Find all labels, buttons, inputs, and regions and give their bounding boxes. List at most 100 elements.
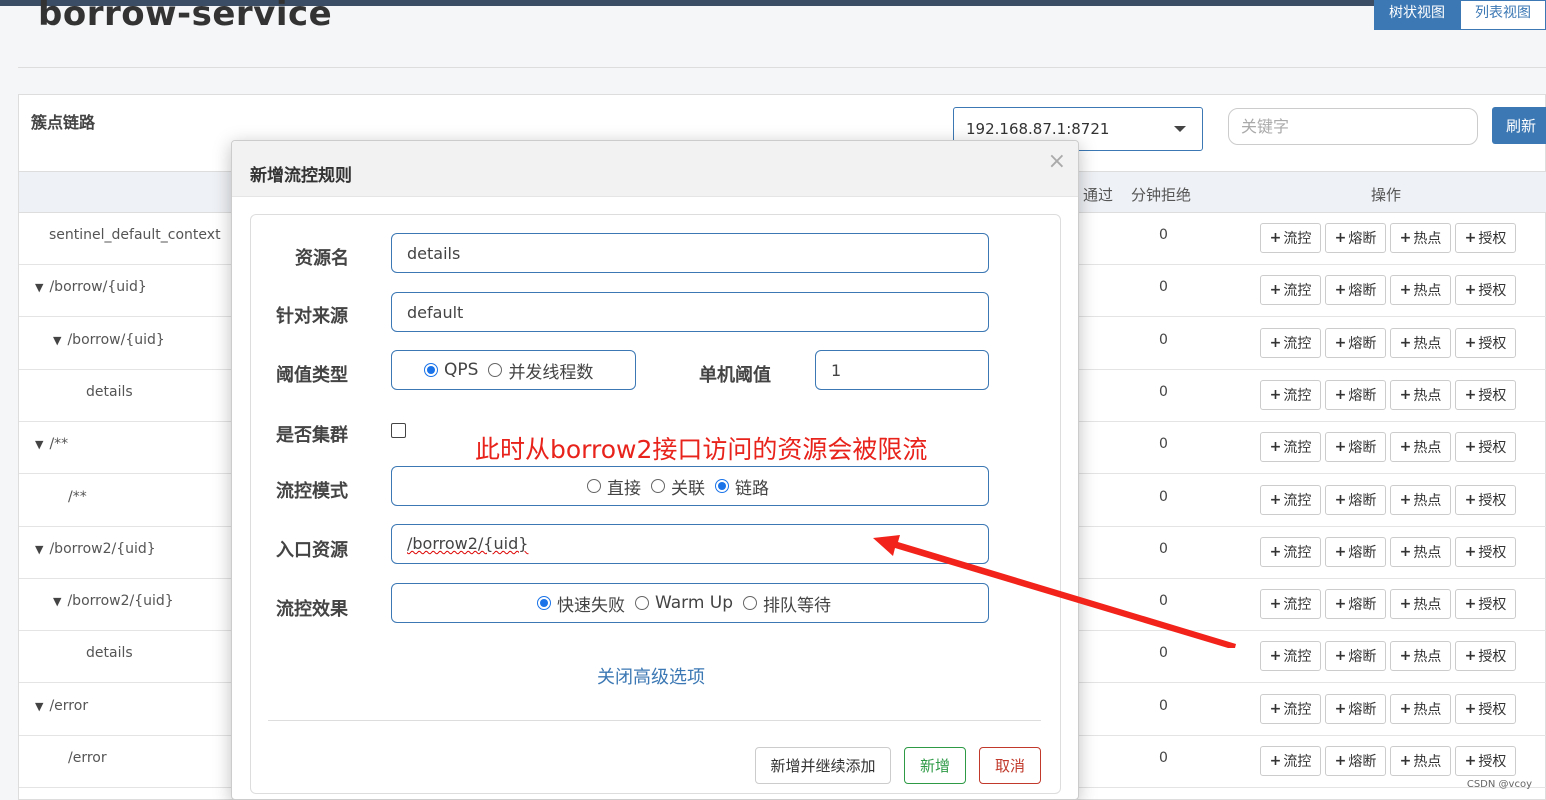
action-label: 流控 [1283,701,1312,718]
flow-control-button[interactable]: + 流控 [1260,589,1321,620]
add-button[interactable]: 新增 [904,747,966,784]
flow-control-button[interactable]: + 流控 [1260,327,1321,358]
flow-control-button[interactable]: + 流控 [1260,275,1321,306]
authority-button[interactable]: + 授权 [1455,223,1516,253]
degrade-button[interactable]: + 熔断 [1325,432,1386,463]
authority-button[interactable]: + 授权 [1455,746,1516,776]
expand-toggle-icon[interactable]: ▼ [35,543,43,556]
entry-label: 入口资源 [276,540,348,561]
hotspot-button[interactable]: + 热点 [1390,432,1451,463]
radio-qps-label: QPS [444,360,479,380]
single-threshold-input[interactable] [815,350,989,390]
action-label: 授权 [1478,754,1507,770]
degrade-button[interactable]: + 熔断 [1325,641,1386,672]
hotspot-button[interactable]: + 热点 [1390,275,1451,306]
flow-control-button[interactable]: + 流控 [1260,536,1321,567]
hotspot-button[interactable]: + 热点 [1390,379,1451,410]
radio-chain[interactable]: 链路 [715,474,769,499]
degrade-button[interactable]: + 熔断 [1325,536,1386,567]
expand-toggle-icon[interactable]: ▼ [35,281,43,294]
expand-toggle-icon[interactable]: ▼ [53,595,61,608]
action-label: 授权 [1478,544,1507,561]
authority-button[interactable]: + 授权 [1455,589,1516,620]
authority-button[interactable]: + 授权 [1455,536,1516,567]
action-label: 熔断 [1348,649,1377,666]
toggle-advanced-link[interactable]: 关闭高级选项 [597,663,705,689]
hotspot-button[interactable]: + 热点 [1390,746,1451,776]
hotspot-button[interactable]: + 热点 [1390,589,1451,620]
entry-input[interactable]: /borrow2/{uid} [391,524,989,564]
hotspot-button[interactable]: + 热点 [1390,484,1451,515]
degrade-button[interactable]: + 熔断 [1325,275,1386,306]
plus-icon: + [1334,282,1347,299]
hotspot-button[interactable]: + 热点 [1390,693,1451,724]
degrade-button[interactable]: + 熔断 [1325,327,1386,358]
hotspot-button[interactable]: + 热点 [1390,536,1451,567]
degrade-button[interactable]: + 熔断 [1325,379,1386,410]
plus-icon: + [1464,648,1477,665]
close-icon[interactable]: × [1048,149,1066,174]
hotspot-button[interactable]: + 热点 [1390,223,1451,253]
row-resource-label: details [86,383,133,400]
resource-label: 资源名 [295,248,349,269]
effect-group: 快速失败 Warm Up 排队等待 [391,583,989,623]
authority-button[interactable]: + 授权 [1455,641,1516,672]
tab-tree-view[interactable]: 树状视图 [1374,0,1460,30]
expand-toggle-icon[interactable]: ▼ [53,334,61,347]
radio-direct[interactable]: 直接 [587,474,641,499]
authority-button[interactable]: + 授权 [1455,327,1516,358]
authority-button[interactable]: + 授权 [1455,693,1516,724]
expand-toggle-icon[interactable]: ▼ [35,438,43,451]
action-label: 授权 [1478,597,1507,614]
radio-warm-up[interactable]: Warm Up [635,593,733,613]
row-actions: + 流控 + 熔断 + 热点 + 授权 [1260,327,1516,358]
plus-icon: + [1399,282,1412,299]
resource-input[interactable] [391,233,989,273]
row-reject-count: 0 [1159,540,1168,557]
row-resource-name: /** [68,489,87,505]
radio-fast-fail[interactable]: 快速失败 [537,591,625,616]
radio-qps[interactable]: QPS [424,360,478,380]
flow-control-button[interactable]: + 流控 [1260,641,1321,672]
hotspot-button[interactable]: + 热点 [1390,641,1451,672]
row-actions: + 流控 + 熔断 + 热点 + 授权 [1260,432,1516,463]
plus-icon: + [1464,334,1477,351]
radio-threads[interactable]: 并发线程数 [488,358,593,383]
action-label: 授权 [1478,492,1507,509]
row-resource-name: sentinel_default_context [49,227,221,243]
flow-control-button[interactable]: + 流控 [1260,693,1321,724]
plus-icon: + [1464,753,1477,769]
authority-button[interactable]: + 授权 [1455,432,1516,463]
degrade-button[interactable]: + 熔断 [1325,746,1386,776]
add-and-continue-button[interactable]: 新增并继续添加 [755,747,891,784]
radio-queue[interactable]: 排队等待 [743,591,831,616]
flow-control-button[interactable]: + 流控 [1260,432,1321,463]
refresh-button[interactable]: 刷新 [1492,107,1546,144]
search-input[interactable] [1228,108,1478,145]
authority-button[interactable]: + 授权 [1455,379,1516,410]
cluster-checkbox[interactable] [391,423,406,438]
radio-relate[interactable]: 关联 [651,474,705,499]
flow-control-button[interactable]: + 流控 [1260,379,1321,410]
plus-icon: + [1464,543,1477,560]
hotspot-button[interactable]: + 热点 [1390,327,1451,358]
flow-control-button[interactable]: + 流控 [1260,484,1321,515]
row-resource-name: ▼ /borrow2/{uid} [53,593,174,609]
degrade-button[interactable]: + 熔断 [1325,693,1386,724]
flow-control-button[interactable]: + 流控 [1260,746,1321,776]
action-label: 授权 [1478,701,1507,718]
plus-icon: + [1269,230,1282,246]
authority-button[interactable]: + 授权 [1455,275,1516,306]
degrade-button[interactable]: + 熔断 [1325,589,1386,620]
degrade-button[interactable]: + 熔断 [1325,484,1386,515]
row-resource-label: /borrow/{uid} [67,331,165,348]
row-resource-name: /error [68,750,107,766]
threshold-type-group: QPS 并发线程数 [391,350,636,390]
expand-toggle-icon[interactable]: ▼ [35,700,43,713]
tab-list-view[interactable]: 列表视图 [1460,0,1546,30]
flow-control-button[interactable]: + 流控 [1260,223,1321,253]
origin-input[interactable] [391,292,989,332]
authority-button[interactable]: + 授权 [1455,484,1516,515]
cancel-button[interactable]: 取消 [979,747,1041,784]
degrade-button[interactable]: + 熔断 [1325,223,1386,253]
